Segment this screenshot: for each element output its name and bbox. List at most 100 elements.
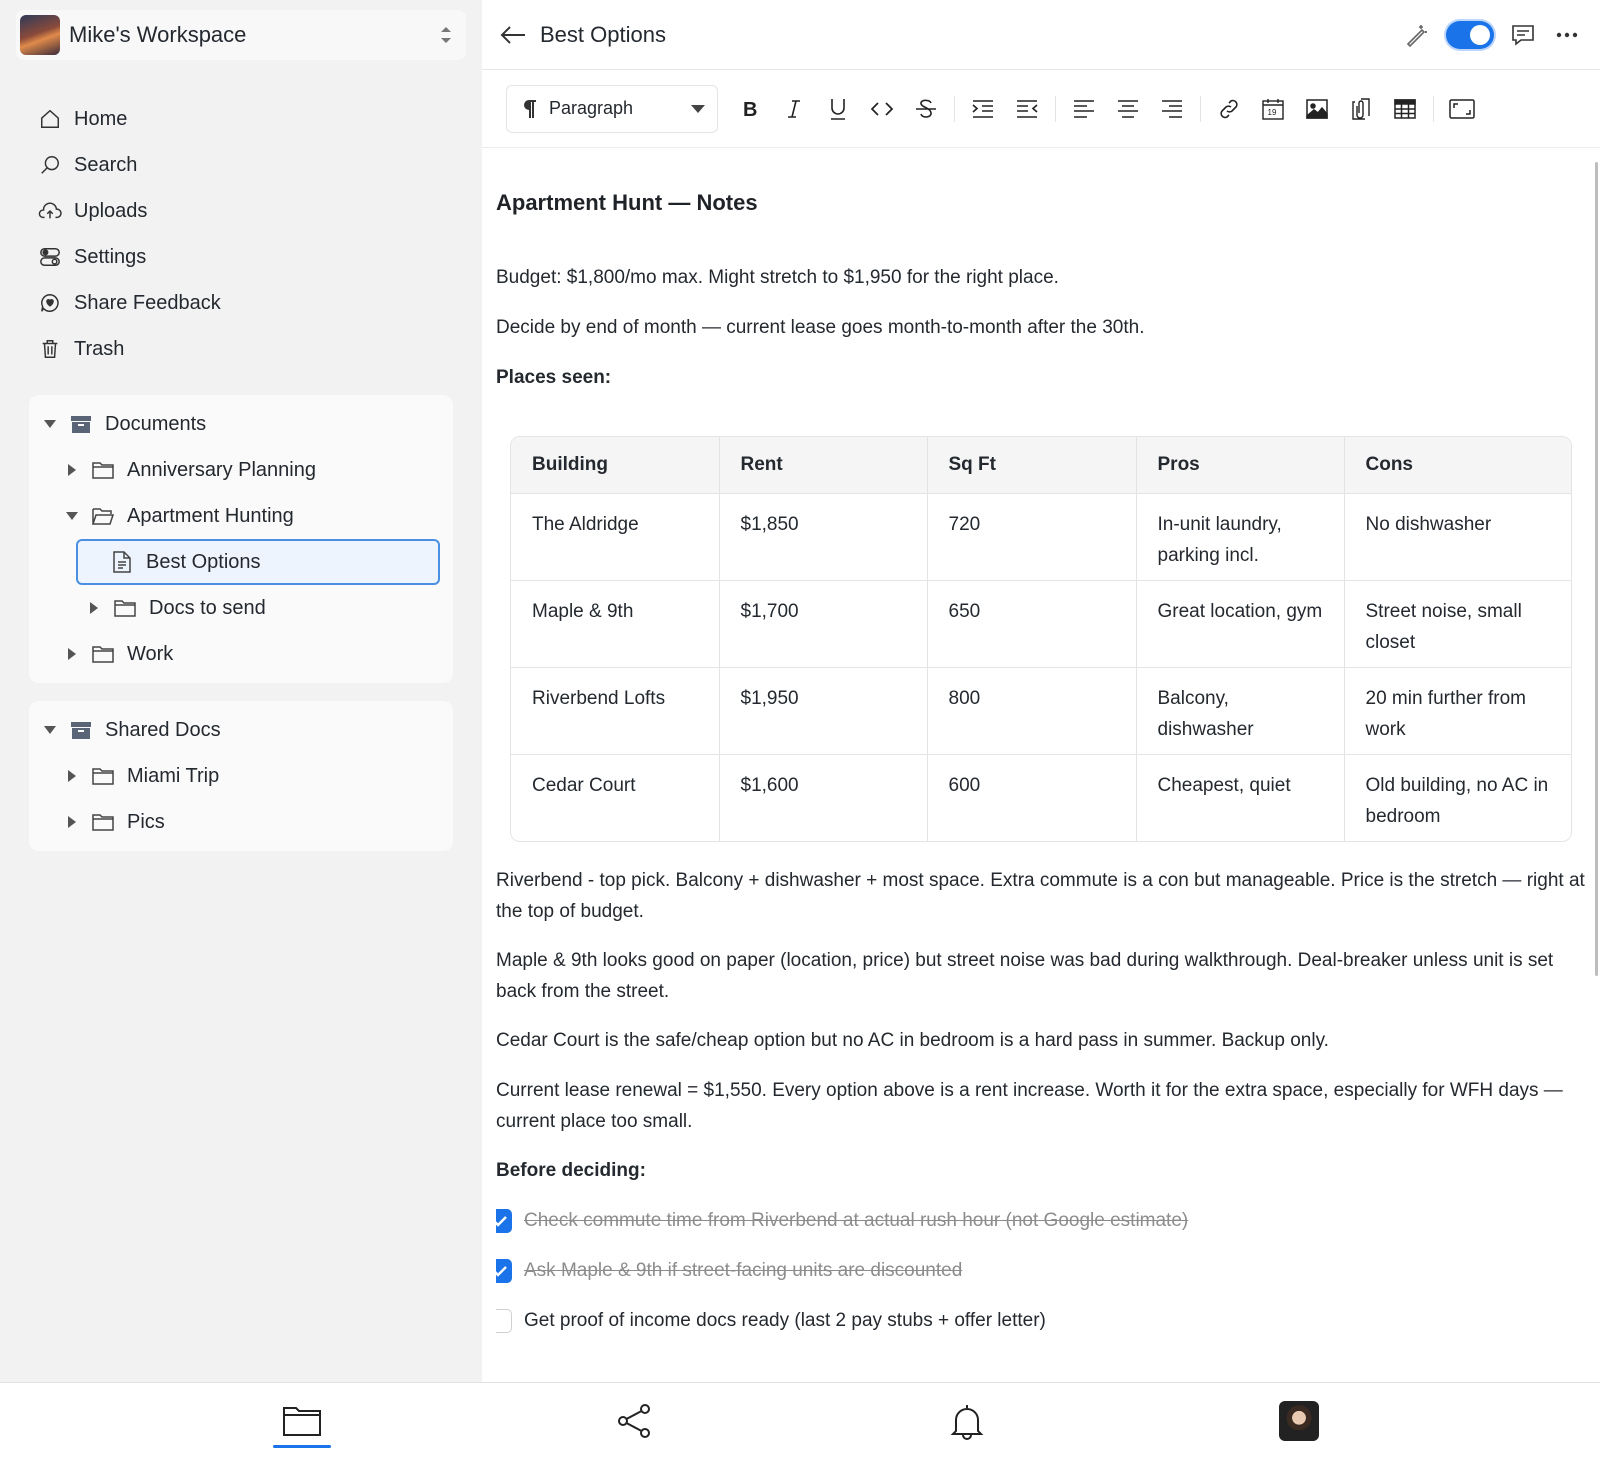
block-type-select[interactable]: Paragraph — [506, 84, 718, 133]
table-header: Building — [511, 437, 720, 494]
tree-shared-docs[interactable]: Shared Docs — [29, 707, 453, 753]
nav-uploads[interactable]: Uploads — [28, 188, 448, 234]
table-cell: 650 — [927, 580, 1137, 668]
archive-box-icon — [69, 412, 93, 436]
toolbar-divider — [1055, 95, 1056, 122]
task-checkbox-checked[interactable] — [496, 1209, 512, 1233]
table-cell: 600 — [927, 754, 1137, 841]
workspace-switcher[interactable]: Mike's Workspace — [16, 10, 466, 60]
underline-icon[interactable] — [819, 90, 857, 128]
nav-label: Uploads — [74, 199, 148, 222]
sidebar: Mike's Workspace Home Search Uploads Set… — [0, 0, 482, 1382]
code-icon[interactable] — [863, 90, 901, 128]
table-header: Sq Ft — [927, 437, 1137, 494]
table-cell: No dishwasher — [1344, 493, 1571, 581]
image-icon[interactable] — [1298, 90, 1336, 128]
more-options-icon[interactable] — [1552, 20, 1582, 50]
align-right-icon[interactable] — [1153, 90, 1191, 128]
table-cell: Riverbend Lofts — [511, 667, 720, 755]
task-text: Ask Maple & 9th if street-facing units a… — [524, 1260, 963, 1281]
nav-label: Settings — [74, 245, 147, 268]
caret-down-icon — [63, 507, 81, 525]
strikethrough-icon[interactable] — [907, 90, 945, 128]
scrollbar[interactable] — [1595, 162, 1598, 976]
task-item: Get proof of income docs ready (last 2 p… — [496, 1305, 1046, 1337]
table-cell: Balcony, dishwasher — [1136, 667, 1345, 755]
editor-header: Best Options — [482, 0, 1600, 70]
link-icon[interactable] — [1210, 90, 1248, 128]
user-avatar[interactable] — [1279, 1401, 1319, 1441]
edit-mode-toggle[interactable] — [1446, 20, 1494, 49]
tree-pics[interactable]: Pics — [29, 799, 453, 845]
caret-down-icon — [41, 721, 59, 739]
toolbar-divider — [1200, 95, 1201, 122]
nav-settings[interactable]: Settings — [28, 234, 448, 280]
task-checkbox-checked[interactable] — [496, 1259, 512, 1283]
search-icon — [38, 153, 62, 177]
folder-tab-icon[interactable] — [280, 1399, 324, 1443]
outdent-icon[interactable] — [1008, 90, 1046, 128]
table-cell: Street noise, small closet — [1344, 580, 1571, 668]
task-checkbox-unchecked[interactable] — [496, 1309, 512, 1333]
table-cell: 800 — [927, 667, 1137, 755]
tree-label: Documents — [105, 412, 207, 435]
nav-label: Share Feedback — [74, 291, 221, 314]
tree-label: Apartment Hunting — [127, 504, 294, 527]
comment-icon[interactable] — [1508, 20, 1538, 50]
indent-icon[interactable] — [964, 90, 1002, 128]
nav-share-feedback[interactable]: Share Feedback — [28, 280, 448, 326]
table-icon[interactable] — [1386, 90, 1424, 128]
table-header: Cons — [1344, 437, 1571, 494]
archive-box-icon — [69, 718, 93, 742]
paragraph-budget: Budget: $1,800/mo max. Might stretch to … — [496, 267, 1059, 288]
table-cell: $1,700 — [719, 580, 928, 668]
align-left-icon[interactable] — [1065, 90, 1103, 128]
folder-icon — [91, 764, 115, 788]
apartments-table[interactable]: Building Rent Sq Ft Pros Cons The Aldrid… — [510, 436, 1572, 842]
editor-pane: Best Options Paragraph B 19 Apartment Hu… — [482, 0, 1600, 1382]
share-icon[interactable] — [612, 1399, 656, 1443]
workspace-name: Mike's Workspace — [69, 22, 247, 47]
attachment-icon[interactable] — [1342, 90, 1380, 128]
tree-label: Miami Trip — [127, 764, 220, 787]
tree-miami-trip[interactable]: Miami Trip — [29, 753, 453, 799]
table-cell: The Aldridge — [511, 493, 720, 581]
align-center-icon[interactable] — [1109, 90, 1147, 128]
folder-icon — [113, 596, 137, 620]
tree-label: Anniversary Planning — [127, 458, 316, 481]
document-title: Best Options — [540, 21, 666, 47]
paragraph-lease: Current lease renewal = $1,550. Every op… — [496, 1080, 1563, 1132]
upload-cloud-icon — [38, 199, 62, 223]
home-icon — [38, 107, 62, 131]
nav-label: Trash — [74, 337, 125, 360]
nav-home[interactable]: Home — [28, 96, 448, 142]
notification-bell-icon[interactable] — [945, 1399, 989, 1443]
tree-work[interactable]: Work — [29, 631, 453, 677]
chevron-updown-icon — [438, 24, 454, 46]
fullscreen-icon[interactable] — [1443, 90, 1481, 128]
document-body[interactable]: Apartment Hunt — Notes Budget: $1,800/mo… — [496, 148, 1586, 1382]
back-arrow-icon[interactable] — [498, 20, 528, 50]
paragraph-deadline: Decide by end of month — current lease g… — [496, 317, 1145, 338]
nav-trash[interactable]: Trash — [28, 326, 448, 372]
magic-pen-icon[interactable] — [1402, 20, 1432, 50]
tree-apartment-hunting[interactable]: Apartment Hunting — [29, 493, 453, 539]
task-text: Check commute time from Riverbend at act… — [524, 1210, 1189, 1231]
toolbar-divider — [954, 95, 955, 122]
toolbar-divider — [1433, 95, 1434, 122]
paragraph-cedar: Cedar Court is the safe/cheap option but… — [496, 1030, 1329, 1051]
nav-label: Home — [74, 107, 128, 130]
folder-open-icon — [91, 504, 115, 528]
tree-documents[interactable]: Documents — [29, 401, 453, 447]
tree-best-options[interactable]: Best Options — [76, 539, 440, 585]
italic-icon[interactable] — [775, 90, 813, 128]
caret-right-icon — [63, 461, 81, 479]
bold-icon[interactable]: B — [731, 90, 769, 128]
tree-docs-to-send[interactable]: Docs to send — [29, 585, 453, 631]
table-cell: Great location, gym — [1136, 580, 1345, 668]
nav-search[interactable]: Search — [28, 142, 448, 188]
calendar-icon[interactable]: 19 — [1254, 90, 1292, 128]
tree-label: Best Options — [146, 550, 261, 573]
tree-anniversary-planning[interactable]: Anniversary Planning — [29, 447, 453, 493]
table-row: Cedar Court $1,600 600 Cheapest, quiet O… — [511, 754, 1571, 841]
